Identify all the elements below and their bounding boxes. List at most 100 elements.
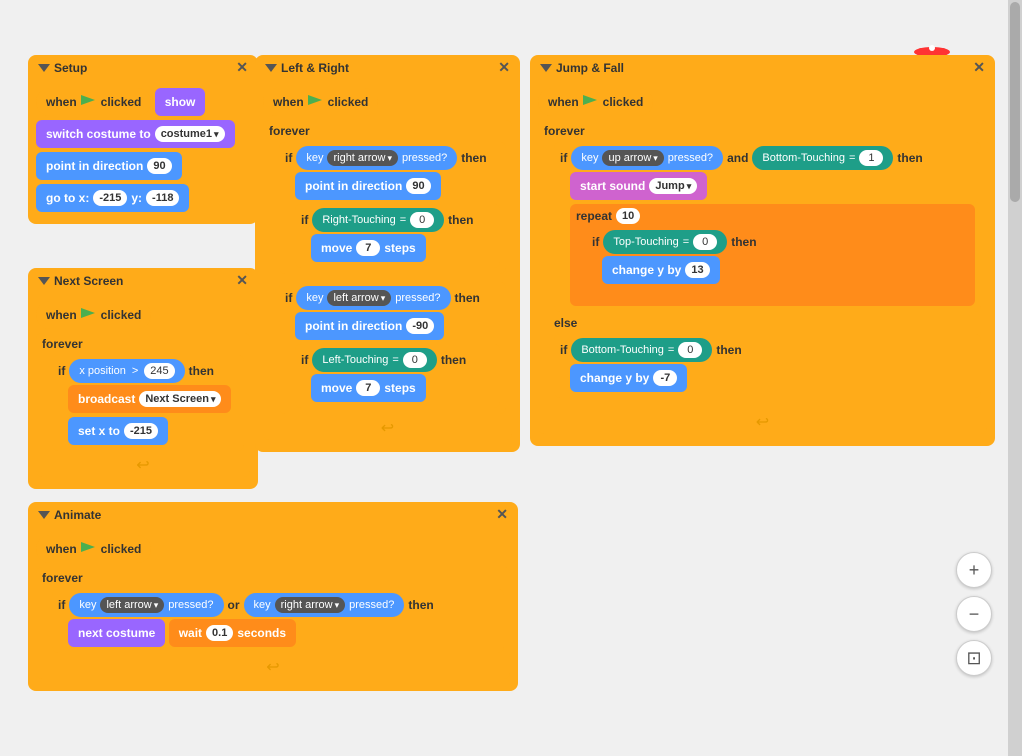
y-value[interactable]: -118 — [146, 190, 179, 206]
lr-move-right-block[interactable]: move 7 steps — [311, 234, 426, 262]
lr-right-key-condition[interactable]: key right arrow pressed? — [296, 146, 457, 170]
ns-when-clicked-block[interactable]: when clicked — [36, 301, 151, 329]
direction-value[interactable]: 90 — [147, 158, 171, 174]
scrollbar[interactable] — [1008, 0, 1022, 756]
jf-panel-header[interactable]: Jump & Fall ✕ — [530, 55, 995, 80]
jf-top-touch-val[interactable]: 0 — [693, 234, 717, 250]
anim-if-block[interactable]: if key left arrow pressed? or key right … — [52, 589, 504, 653]
jf-if-top-touch-block[interactable]: if Top-Touching = 0 then — [586, 226, 969, 290]
lr-move-left-block[interactable]: move 7 steps — [311, 374, 426, 402]
lr-point-right-block[interactable]: point in direction 90 — [295, 172, 441, 200]
ns-forever-block[interactable]: forever if x position > 245 then — [36, 333, 250, 477]
jf-change-y-up-block[interactable]: change y by 13 — [602, 256, 720, 284]
jf-bottom-touching-fall-condition[interactable]: Bottom-Touching = 0 — [571, 338, 712, 362]
jf-bottom-touch-fall-val[interactable]: 0 — [678, 342, 702, 358]
lr-if-left-body: point in direction -90 if Left-Touching … — [295, 310, 500, 408]
lr-if-right-touch-block[interactable]: if Right-Touching = 0 then — [295, 204, 500, 268]
next-screen-close-button[interactable]: ✕ — [236, 272, 248, 289]
anim-right-arrow-dropdown[interactable]: right arrow — [275, 597, 346, 613]
anim-left-arrow-dropdown[interactable]: left arrow — [100, 597, 164, 613]
anim-if-label: if — [58, 598, 65, 612]
lr-left-touch-val[interactable]: 0 — [403, 352, 427, 368]
show-block[interactable]: show — [155, 88, 206, 116]
lr-when-clicked-block[interactable]: when clicked — [263, 88, 378, 116]
go-to-xy-block[interactable]: go to x: -215 y: -118 — [36, 184, 189, 212]
zoom-out-button[interactable]: − — [956, 596, 992, 632]
jf-repeat-row: repeat 10 — [576, 208, 969, 224]
jf-change-y-down-block[interactable]: change y by -7 — [570, 364, 687, 392]
anim-when-clicked-block[interactable]: when clicked — [36, 535, 151, 563]
lr-if-left-touch-block[interactable]: if Left-Touching = 0 then — [295, 344, 500, 408]
when-clicked-block[interactable]: when clicked — [36, 88, 151, 116]
setup-close-button[interactable]: ✕ — [236, 59, 248, 76]
lr-close-button[interactable]: ✕ — [498, 59, 510, 76]
lr-left-arrow-dropdown[interactable]: left arrow — [327, 290, 391, 306]
jf-forever-block[interactable]: forever if key up arrow pressed? and Bot… — [538, 120, 987, 434]
when-label: when — [46, 95, 77, 109]
lr-move-left-val[interactable]: 7 — [356, 380, 380, 396]
animate-close-button[interactable]: ✕ — [496, 506, 508, 523]
animate-panel-header[interactable]: Animate ✕ — [28, 502, 518, 527]
anim-forever-block[interactable]: forever if key left arrow pressed? or ke… — [36, 567, 510, 679]
setup-panel: Setup ✕ when clicked show switch costume… — [28, 55, 258, 224]
lr-dir-neg90-value[interactable]: -90 — [406, 318, 434, 334]
jf-jump-body: start sound Jump repeat 10 — [570, 170, 975, 306]
lr-left-touching-condition[interactable]: Left-Touching = 0 — [312, 348, 436, 372]
anim-wait-value[interactable]: 0.1 — [206, 625, 233, 641]
lr-panel-header[interactable]: Left & Right ✕ — [255, 55, 520, 80]
jf-change-y-up-val[interactable]: 13 — [685, 262, 709, 278]
ns-set-x-block[interactable]: set x to -215 — [68, 417, 168, 445]
lr-collapse-triangle — [265, 64, 277, 72]
lr-dir-90-value[interactable]: 90 — [406, 178, 430, 194]
zoom-reset-button[interactable]: ⊡ — [956, 640, 992, 676]
zoom-in-button[interactable]: + — [956, 552, 992, 588]
costume-dropdown[interactable]: costume1 — [155, 126, 225, 142]
jf-bottom-touch-val[interactable]: 1 — [859, 150, 883, 166]
ns-threshold-value[interactable]: 245 — [144, 363, 174, 379]
lr-point-left-block[interactable]: point in direction -90 — [295, 312, 444, 340]
switch-costume-block[interactable]: switch costume to costume1 — [36, 120, 235, 148]
ns-broadcast-block[interactable]: broadcast Next Screen — [68, 385, 231, 413]
jf-sound-block[interactable]: start sound Jump — [570, 172, 707, 200]
jf-if-jump-block[interactable]: if key up arrow pressed? and Bottom-Touc… — [554, 142, 981, 312]
anim-cond-left-key[interactable]: key left arrow pressed? — [69, 593, 223, 617]
ns-if-block[interactable]: if x position > 245 then broadcast Next … — [52, 355, 244, 451]
setup-panel-header[interactable]: Setup ✕ — [28, 55, 258, 80]
lr-forever-block[interactable]: forever if key right arrow pressed? then — [263, 120, 512, 440]
x-value[interactable]: -215 — [93, 190, 127, 206]
jf-bottom-touching-condition[interactable]: Bottom-Touching = 1 — [752, 146, 893, 170]
point-direction-block[interactable]: point in direction 90 — [36, 152, 182, 180]
jf-change-y-down-val[interactable]: -7 — [653, 370, 677, 386]
jf-repeat-val[interactable]: 10 — [616, 208, 640, 224]
jf-sound-value: Jump — [655, 180, 684, 192]
anim-next-costume-block[interactable]: next costume — [68, 619, 165, 647]
ns-condition-block[interactable]: x position > 245 — [69, 359, 184, 383]
lr-if-left-block[interactable]: if key left arrow pressed? then point in… — [279, 282, 506, 414]
jf-up-arrow-dropdown[interactable]: up arrow — [602, 150, 663, 166]
jf-when-clicked-block[interactable]: when clicked — [538, 88, 653, 116]
anim-next-costume-label: next costume — [78, 626, 155, 640]
jf-tail-icon: ↩ — [544, 410, 981, 434]
scrollbar-thumb[interactable] — [1010, 2, 1020, 202]
jf-sound-dropdown[interactable]: Jump — [649, 178, 697, 194]
lr-right-touch-val[interactable]: 0 — [410, 212, 434, 228]
anim-wait-block[interactable]: wait 0.1 seconds — [169, 619, 296, 647]
jf-if2-label: if — [592, 235, 599, 249]
next-screen-panel-header[interactable]: Next Screen ✕ — [28, 268, 258, 293]
lr-right-arrow-dropdown[interactable]: right arrow — [327, 150, 398, 166]
jf-body: when clicked forever if key up arrow pre… — [530, 80, 995, 446]
anim-if-row: if key left arrow pressed? or key right … — [58, 593, 498, 617]
ns-set-x-value[interactable]: -215 — [124, 423, 158, 439]
jf-repeat-block[interactable]: repeat 10 if Top-Touching — [570, 204, 975, 306]
jf-if-fall-block[interactable]: if Bottom-Touching = 0 then change y by … — [554, 334, 981, 398]
y-label: y: — [131, 191, 142, 205]
lr-right-touching-condition[interactable]: Right-Touching = 0 — [312, 208, 444, 232]
jf-close-button[interactable]: ✕ — [973, 59, 985, 76]
jf-top-touching-condition[interactable]: Top-Touching = 0 — [603, 230, 727, 254]
lr-move-right-val[interactable]: 7 — [356, 240, 380, 256]
anim-cond-right-key[interactable]: key right arrow pressed? — [244, 593, 405, 617]
lr-if-right-block[interactable]: if key right arrow pressed? then point i… — [279, 142, 506, 274]
lr-left-key-condition[interactable]: key left arrow pressed? — [296, 286, 450, 310]
ns-broadcast-dropdown[interactable]: Next Screen — [139, 391, 221, 407]
jf-up-key-condition[interactable]: key up arrow pressed? — [571, 146, 723, 170]
